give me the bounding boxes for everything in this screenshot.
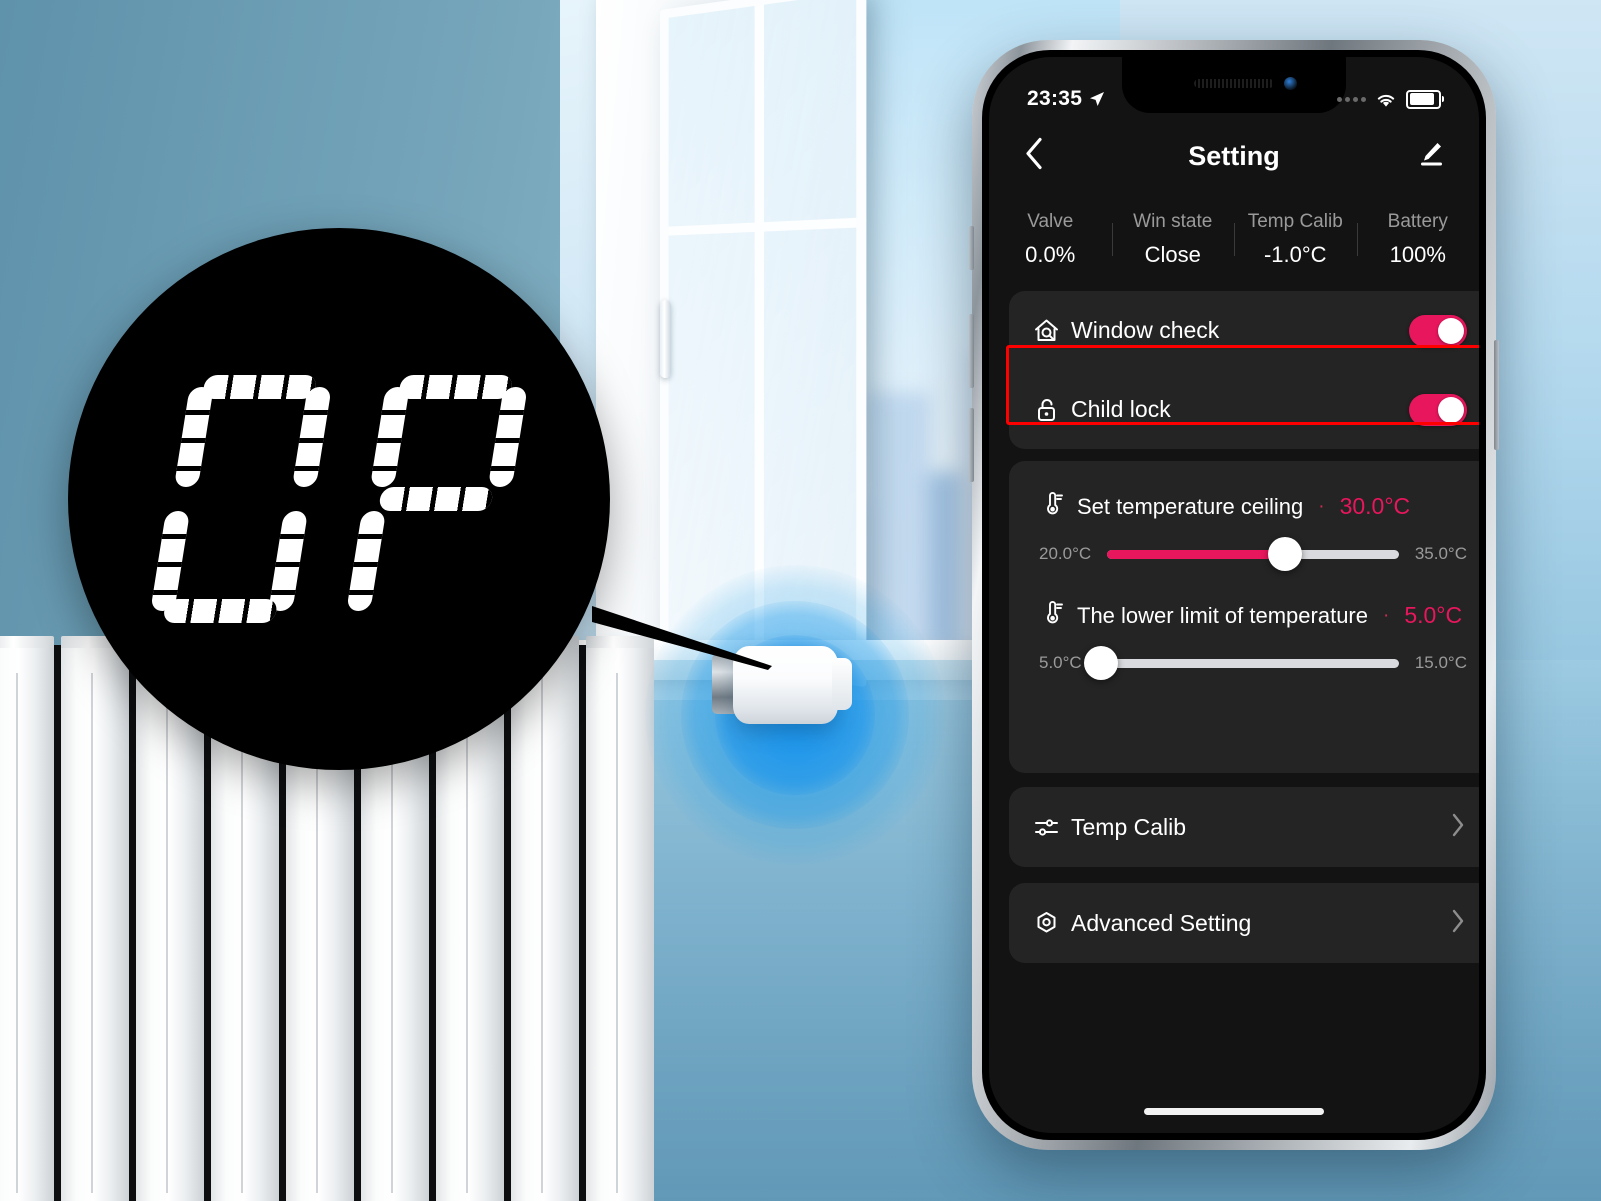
temp-lower-slider[interactable] — [1083, 646, 1399, 680]
unlocked-padlock-icon — [1033, 396, 1071, 423]
advanced-setting-card[interactable]: Advanced Setting — [1009, 883, 1479, 963]
temp-lower-slider-row: 5.0°C 15.0°C — [1009, 631, 1479, 680]
valve-tail — [832, 658, 852, 710]
callout-leader-line — [592, 606, 772, 670]
sliders-icon — [1033, 814, 1071, 841]
stat-label: Win state — [1133, 210, 1213, 232]
stat-battery: Battery 100% — [1356, 210, 1480, 268]
window-check-toggle[interactable] — [1409, 314, 1467, 347]
hexagon-gear-icon — [1033, 910, 1071, 937]
stat-label: Temp Calib — [1247, 210, 1343, 232]
temp-lower-value: 5.0°C — [1404, 602, 1463, 628]
pencil-edit-icon — [1421, 143, 1442, 166]
volume-up-button[interactable] — [969, 314, 974, 388]
stat-value: -1.0°C — [1263, 241, 1327, 267]
temp-ceiling-slider[interactable] — [1107, 537, 1399, 571]
segment-digit-p — [342, 375, 531, 623]
temperature-card: Set temperature ceiling · 30.0°C 20.0°C … — [1009, 461, 1479, 773]
toggle-label: Child lock — [1071, 396, 1171, 422]
stats-row: Valve 0.0% Win state Close Temp Calib -1… — [989, 197, 1479, 281]
seven-segment-display — [146, 375, 531, 623]
slider-max-label: 35.0°C — [1414, 544, 1467, 563]
thermometer-icon — [1039, 491, 1064, 522]
temp-ceiling-slider-row: 20.0°C 35.0°C — [1009, 522, 1479, 571]
phone-bezel: 23:35 Setting Valve 0.0% Win state Close… — [982, 50, 1486, 1140]
temp-lower-label: The lower limit of temperature — [1077, 602, 1368, 628]
back-button[interactable] — [1025, 137, 1043, 175]
menu-row-temp-calib[interactable]: Temp Calib — [1009, 787, 1479, 867]
page-title: Setting — [1188, 140, 1280, 171]
mute-switch[interactable] — [969, 226, 974, 270]
status-time-group: 23:35 — [1027, 87, 1105, 111]
stat-label: Battery — [1387, 210, 1448, 232]
status-right-group — [1337, 89, 1444, 109]
temp-lower-header: The lower limit of temperature · 5.0°C — [1009, 564, 1479, 631]
nav-bar: Setting — [989, 119, 1479, 193]
row-child-lock[interactable]: Child lock — [1009, 370, 1479, 449]
edit-button[interactable] — [1417, 140, 1445, 173]
slider-fill — [1107, 549, 1286, 559]
chevron-right-icon — [1451, 909, 1465, 938]
stat-temp-calib: Temp Calib -1.0°C — [1234, 211, 1357, 268]
stat-value: Close — [1144, 241, 1201, 267]
phone-screen: 23:35 Setting Valve 0.0% Win state Close… — [989, 57, 1479, 1133]
stat-label: Valve — [1027, 210, 1074, 232]
power-button[interactable] — [1494, 340, 1499, 450]
volume-down-button[interactable] — [969, 408, 974, 482]
segment-digit-o — [146, 375, 335, 623]
temp-ceiling-value: 30.0°C — [1339, 493, 1411, 519]
wifi-icon — [1377, 94, 1395, 107]
stat-value: 0.0% — [1025, 241, 1076, 267]
status-time: 23:35 — [1027, 87, 1083, 110]
temp-ceiling-header: Set temperature ceiling · 30.0°C — [1009, 461, 1479, 522]
slider-min-label: 20.0°C — [1039, 544, 1092, 563]
slider-min-label: 5.0°C — [1039, 653, 1082, 672]
slider-thumb[interactable] — [1083, 646, 1118, 680]
slider-max-label: 15.0°C — [1414, 653, 1467, 672]
temp-separator: · — [1383, 604, 1390, 626]
toggle-label: Window check — [1071, 317, 1220, 343]
location-arrow-icon — [1090, 92, 1105, 106]
stat-win-state: Win state Close — [1111, 210, 1235, 268]
phone-device: 23:35 Setting Valve 0.0% Win state Close… — [969, 40, 1499, 1150]
thermometer-icon — [1039, 600, 1064, 631]
window-handle — [660, 300, 671, 378]
chevron-right-icon — [1451, 813, 1465, 842]
slider-thumb[interactable] — [1268, 537, 1303, 571]
battery-full-icon — [1406, 89, 1444, 109]
child-lock-toggle[interactable] — [1409, 393, 1467, 426]
house-search-icon — [1033, 317, 1071, 344]
temp-separator: · — [1318, 495, 1325, 517]
magnifier-circle — [68, 228, 610, 770]
chevron-left-icon — [1026, 137, 1042, 170]
row-window-check[interactable]: Window check — [1009, 291, 1479, 370]
menu-label: Temp Calib — [1071, 813, 1187, 840]
status-bar: 23:35 — [989, 57, 1479, 121]
temp-ceiling-label: Set temperature ceiling — [1077, 493, 1304, 519]
home-indicator[interactable] — [1144, 1108, 1324, 1115]
toggles-card: Window check Child lock — [1009, 291, 1479, 449]
menu-row-advanced-setting[interactable]: Advanced Setting — [1009, 883, 1479, 963]
temp-calib-card[interactable]: Temp Calib — [1009, 787, 1479, 867]
stat-valve: Valve 0.0% — [989, 211, 1112, 268]
signal-dots-icon — [1337, 96, 1366, 102]
stat-value: 100% — [1389, 241, 1446, 267]
menu-label: Advanced Setting — [1071, 909, 1252, 936]
